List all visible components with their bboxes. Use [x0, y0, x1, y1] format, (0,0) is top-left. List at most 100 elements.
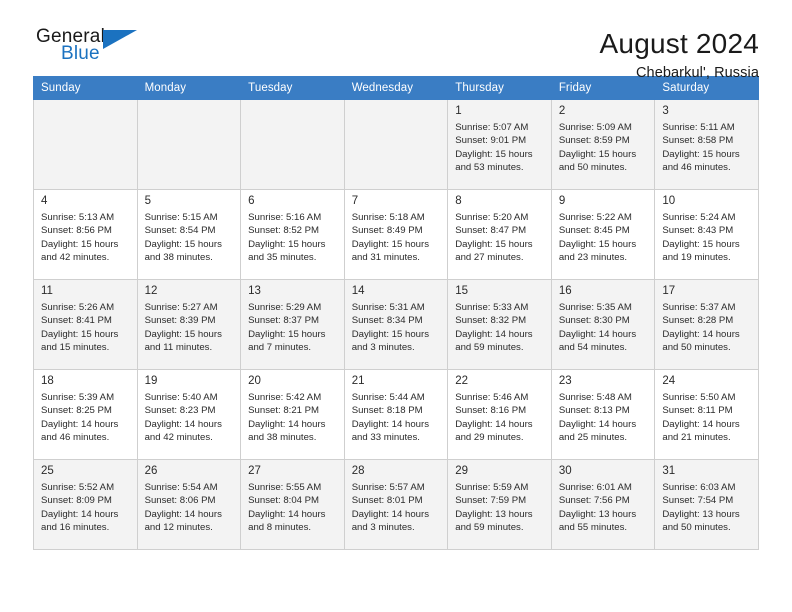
calendar-day-cell[interactable]: 16 Sunrise: 5:35 AM Sunset: 8:30 PM Dayligh…: [550, 279, 656, 370]
daylight-text-line2: and 21 minutes.: [662, 432, 731, 444]
calendar-day-cell[interactable]: 6 Sunrise: 5:16 AM Sunset: 8:52 PM Daylight…: [240, 189, 345, 280]
sunrise-text: Sunrise: 5:54 AM: [144, 482, 218, 493]
sunset-text: Sunset: 7:54 PM: [662, 495, 734, 507]
daylight-text-line2: and 59 minutes.: [455, 342, 524, 354]
day-number: 1: [455, 105, 462, 117]
day-sun-info: Sunrise: 5:42 AM Sunset: 8:21 PM Daylight:…: [241, 390, 344, 445]
daylight-text-line1: Daylight: 14 hours: [144, 418, 222, 430]
sunset-text: Sunset: 8:54 PM: [144, 225, 216, 237]
day-number: 31: [662, 465, 676, 477]
calendar-day-cell[interactable]: 24 Sunrise: 5:50 AM Sunset: 8:11 PM Dayligh…: [654, 369, 759, 460]
calendar-day-cell[interactable]: 13 Sunrise: 5:29 AM Sunset: 8:37 PM Dayligh…: [240, 279, 345, 370]
calendar-day-cell[interactable]: 29 Sunrise: 5:59 AM Sunset: 7:59 PM Dayligh…: [447, 459, 552, 550]
daylight-text-line2: and 11 minutes.: [144, 342, 213, 354]
day-sun-info: Sunrise: 5:33 AM Sunset: 8:32 PM Daylight:…: [448, 300, 551, 355]
sunset-text: Sunset: 8:58 PM: [662, 135, 734, 147]
sunrise-text: Sunrise: 5:27 AM: [144, 302, 218, 313]
sunset-text: Sunset: 7:59 PM: [455, 495, 527, 507]
sunset-text: Sunset: 8:23 PM: [144, 405, 216, 417]
calendar-day-cell[interactable]: 1 Sunrise: 5:07 AM Sunset: 9:01 PM Daylight…: [447, 99, 552, 190]
day-sun-info: Sunrise: 5:18 AM Sunset: 8:49 PM Daylight:…: [345, 210, 448, 265]
day-sun-info: Sunrise: 6:01 AM Sunset: 7:56 PM Daylight:…: [552, 480, 655, 535]
daylight-text-line2: and 27 minutes.: [455, 252, 524, 264]
sunrise-text: Sunrise: 5:39 AM: [41, 392, 115, 403]
calendar-day-cell[interactable]: 22 Sunrise: 5:46 AM Sunset: 8:16 PM Dayligh…: [447, 369, 552, 460]
daylight-text-line1: Daylight: 14 hours: [41, 418, 119, 430]
sunrise-text: Sunrise: 5:44 AM: [351, 392, 425, 403]
weekday-header-monday: Monday: [136, 76, 242, 100]
sunset-text: Sunset: 8:21 PM: [248, 405, 320, 417]
sunset-text: Sunset: 8:56 PM: [41, 225, 112, 237]
calendar-day-cell[interactable]: 14 Sunrise: 5:31 AM Sunset: 8:34 PM Dayligh…: [343, 279, 449, 370]
daylight-text-line2: and 59 minutes.: [455, 522, 524, 534]
sunset-text: Sunset: 8:25 PM: [41, 405, 112, 417]
calendar-day-cell[interactable]: 9 Sunrise: 5:22 AM Sunset: 8:45 PM Daylight…: [550, 189, 656, 280]
daylight-text-line1: Daylight: 15 hours: [144, 238, 222, 250]
daylight-text-line1: Daylight: 14 hours: [558, 328, 637, 340]
daylight-text-line1: Daylight: 14 hours: [455, 328, 533, 340]
page-subtitle: Chebarkul', Russia: [635, 65, 759, 81]
sunset-text: Sunset: 9:01 PM: [455, 135, 527, 147]
sunset-text: Sunset: 8:47 PM: [455, 225, 527, 237]
calendar-day-cell[interactable]: 23 Sunrise: 5:48 AM Sunset: 8:13 PM Dayligh…: [550, 369, 656, 460]
calendar-day-cell[interactable]: 21 Sunrise: 5:44 AM Sunset: 8:18 PM Dayligh…: [343, 369, 449, 460]
sunset-text: Sunset: 8:16 PM: [455, 405, 527, 417]
calendar-day-cell[interactable]: 27 Sunrise: 5:55 AM Sunset: 8:04 PM Dayligh…: [240, 459, 345, 550]
calendar-day-cell[interactable]: 2 Sunrise: 5:09 AM Sunset: 8:59 PM Daylight…: [550, 99, 656, 190]
sunset-text: Sunset: 8:39 PM: [144, 315, 216, 327]
day-number: 13: [248, 285, 261, 297]
general-blue-logo[interactable]: General Blue: [33, 26, 183, 76]
calendar-day-cell[interactable]: 31 Sunrise: 6:03 AM Sunset: 7:54 PM Dayligh…: [654, 459, 759, 550]
calendar-day-cell[interactable]: 30 Sunrise: 6:01 AM Sunset: 7:56 PM Dayligh…: [550, 459, 656, 550]
calendar-day-cell[interactable]: 17 Sunrise: 5:37 AM Sunset: 8:28 PM Dayligh…: [654, 279, 759, 370]
calendar-day-cell[interactable]: 4 Sunrise: 5:13 AM Sunset: 8:56 PM Daylight…: [33, 189, 138, 280]
calendar-day-cell[interactable]: 15 Sunrise: 5:33 AM Sunset: 8:32 PM Dayligh…: [447, 279, 552, 370]
sunrise-text: Sunrise: 5:33 AM: [455, 302, 529, 313]
daylight-text-line2: and 3 minutes.: [351, 522, 415, 534]
day-sun-info: Sunrise: 5:44 AM Sunset: 8:18 PM Daylight:…: [345, 390, 448, 445]
calendar-day-cell[interactable]: 25 Sunrise: 5:52 AM Sunset: 8:09 PM Dayligh…: [33, 459, 138, 550]
sunrise-text: Sunrise: 5:11 AM: [662, 122, 735, 133]
weekday-header-tuesday: Tuesday: [240, 76, 345, 100]
daylight-text-line1: Daylight: 15 hours: [558, 148, 637, 160]
calendar-day-cell[interactable]: 7 Sunrise: 5:18 AM Sunset: 8:49 PM Daylight…: [343, 189, 449, 280]
day-sun-info: Sunrise: 5:22 AM Sunset: 8:45 PM Daylight:…: [552, 210, 655, 265]
sunrise-text: Sunrise: 5:50 AM: [662, 392, 736, 403]
calendar-day-cell[interactable]: 10 Sunrise: 5:24 AM Sunset: 8:43 PM Dayligh…: [654, 189, 759, 280]
calendar-day-cell[interactable]: 5 Sunrise: 5:15 AM Sunset: 8:54 PM Daylight…: [136, 189, 242, 280]
calendar-day-cell[interactable]: 20 Sunrise: 5:42 AM Sunset: 8:21 PM Dayligh…: [240, 369, 345, 460]
day-number: 16: [558, 285, 572, 297]
calendar-day-cell[interactable]: 3 Sunrise: 5:11 AM Sunset: 8:58 PM Daylight…: [654, 99, 759, 190]
sunset-text: Sunset: 8:37 PM: [248, 315, 320, 327]
sunrise-text: Sunrise: 5:31 AM: [351, 302, 425, 313]
daylight-text-line2: and 25 minutes.: [558, 432, 628, 444]
day-number: 4: [41, 195, 48, 207]
daylight-text-line2: and 3 minutes.: [351, 342, 415, 354]
sunrise-text: Sunrise: 5:15 AM: [144, 212, 218, 223]
calendar-day-cell[interactable]: 12 Sunrise: 5:27 AM Sunset: 8:39 PM Dayligh…: [136, 279, 242, 370]
sunset-text: Sunset: 7:56 PM: [558, 495, 630, 507]
day-number: 3: [662, 105, 669, 117]
sunset-text: Sunset: 8:18 PM: [351, 405, 423, 417]
daylight-text-line2: and 42 minutes.: [144, 432, 213, 444]
calendar-week-row: 4 Sunrise: 5:13 AM Sunset: 8:56 PM Daylight…: [33, 189, 759, 280]
page-title: August 2024: [599, 28, 759, 59]
day-sun-info: Sunrise: 5:07 AM Sunset: 9:01 PM Daylight:…: [448, 120, 551, 175]
sunrise-text: Sunrise: 5:52 AM: [41, 482, 115, 493]
calendar-week-row: 11 Sunrise: 5:26 AM Sunset: 8:41 PM Dayligh…: [33, 279, 759, 370]
day-sun-info: Sunrise: 6:03 AM Sunset: 7:54 PM Daylight:…: [655, 480, 758, 535]
sunset-text: Sunset: 8:06 PM: [144, 495, 216, 507]
calendar-day-cell[interactable]: 19 Sunrise: 5:40 AM Sunset: 8:23 PM Dayligh…: [136, 369, 242, 460]
daylight-text-line2: and 23 minutes.: [558, 252, 628, 264]
daylight-text-line2: and 46 minutes.: [41, 432, 110, 444]
calendar-day-cell[interactable]: 18 Sunrise: 5:39 AM Sunset: 8:25 PM Dayligh…: [33, 369, 138, 460]
calendar-day-cell[interactable]: 11 Sunrise: 5:26 AM Sunset: 8:41 PM Dayligh…: [33, 279, 138, 370]
day-sun-info: Sunrise: 5:55 AM Sunset: 8:04 PM Daylight:…: [241, 480, 344, 535]
sunrise-text: Sunrise: 6:01 AM: [558, 482, 632, 493]
calendar-day-cell[interactable]: 26 Sunrise: 5:54 AM Sunset: 8:06 PM Dayligh…: [136, 459, 242, 550]
calendar-day-cell[interactable]: 28 Sunrise: 5:57 AM Sunset: 8:01 PM Dayligh…: [343, 459, 449, 550]
day-number: 14: [351, 285, 365, 297]
calendar-day-cell[interactable]: 8 Sunrise: 5:20 AM Sunset: 8:47 PM Daylight…: [447, 189, 552, 280]
sunrise-text: Sunrise: 5:24 AM: [662, 212, 736, 223]
sunset-text: Sunset: 8:04 PM: [248, 495, 320, 507]
